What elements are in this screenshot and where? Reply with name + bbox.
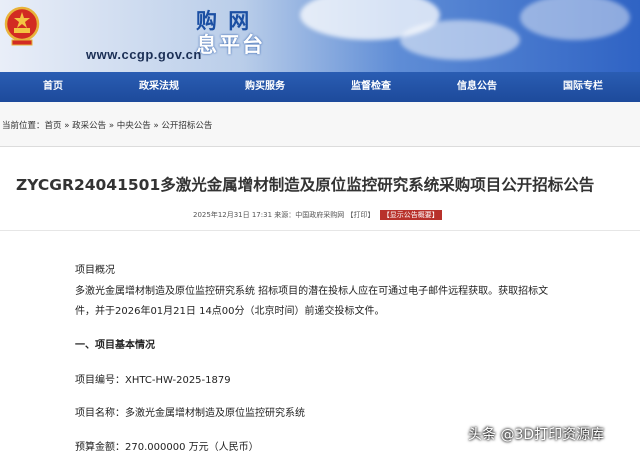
breadcrumb-public-tender[interactable]: 公开招标公告 [161,121,212,131]
overview-text-line1: 多激光金属增材制造及原位监控研究系统 招标项目的潜在投标人应在可通过电子邮件远程… [75,286,549,297]
breadcrumb: 当前位置：首页 » 政采公告 » 中央公告 » 公开招标公告 [0,102,640,147]
show-summary-button[interactable]: 【显示公告概要】 [379,210,442,220]
breadcrumb-separator: » [150,121,162,131]
project-name: 项目名称：多激光金属增材制造及原位监控研究系统 [75,408,305,419]
nav-item-purchase-services[interactable]: 购买服务 [212,72,318,102]
breadcrumb-prefix: 当前位置： [2,121,45,131]
overview-heading: 项目概况 [75,265,115,276]
nav-item-home[interactable]: 首页 [0,72,106,102]
breadcrumb-central-notices[interactable]: 中央公告 [117,121,151,131]
section-heading-basic-info: 一、项目基本情况 [75,340,155,351]
breadcrumb-separator: » [61,121,73,131]
cloud-decoration [520,0,630,40]
national-emblem-icon[interactable] [4,4,40,48]
nav-item-announcements[interactable]: 信息公告 [424,72,530,102]
nav-item-regulations[interactable]: 政采法规 [106,72,212,102]
site-url[interactable]: www.ccgp.gov.cn [86,47,202,62]
site-title: 购 网 息平台 [196,10,265,56]
nav-item-supervision[interactable]: 监督检查 [318,72,424,102]
nav-item-international[interactable]: 国际专栏 [530,72,636,102]
breadcrumb-procurement-notices[interactable]: 政采公告 [72,121,106,131]
article-date-source: 2025年12月31日 17:31 来源：中国政府采购网 [193,211,345,219]
watermark: 头条 @3D打印资源库 [468,427,605,443]
project-number: 项目编号：XHTC-HW-2025-1879 [75,375,231,386]
site-banner: 购 网 息平台 www.ccgp.gov.cn [0,0,640,72]
overview-text-line2: 件，并于2026年01月21日 14点00分（北京时间）前递交投标文件。 [75,306,385,317]
article-meta: 2025年12月31日 17:31 来源：中国政府采购网 【打印】 【显示公告概… [193,210,442,220]
page-title: ZYCGR24041501多激光金属增材制造及原位监控研究系统采购项目公开招标公… [16,176,595,194]
breadcrumb-separator: » [106,121,117,131]
breadcrumb-home[interactable]: 首页 [45,121,62,131]
budget-amount: 预算金额：270.000000 万元（人民币） [75,442,259,453]
cloud-decoration [400,20,520,60]
main-nav: 首页 政采法规 购买服务 监督检查 信息公告 国际专栏 [0,72,640,102]
site-title-line2: 息平台 [196,33,265,57]
print-link[interactable]: 【打印】 [347,211,375,219]
site-title-line1: 购 网 [196,9,252,33]
divider [0,230,640,231]
